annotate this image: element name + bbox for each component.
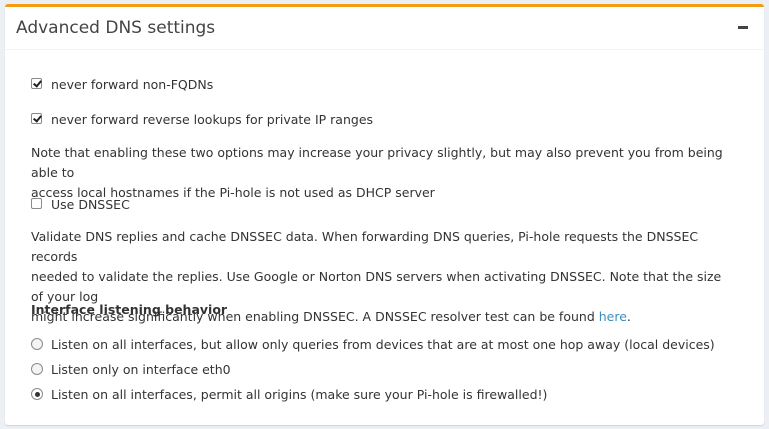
dnssec-label[interactable]: Use DNSSEC bbox=[51, 197, 130, 212]
bogus-priv-label[interactable]: never forward reverse lookups for privat… bbox=[51, 112, 373, 127]
fqdn-checkbox[interactable] bbox=[31, 78, 42, 89]
fqdn-label[interactable]: never forward non-FQDNs bbox=[51, 77, 213, 92]
radio-single[interactable] bbox=[31, 363, 43, 375]
collapse-minus-icon[interactable] bbox=[736, 19, 750, 33]
bogus-priv-checkbox[interactable] bbox=[31, 113, 42, 124]
dnssec-checkbox[interactable] bbox=[31, 198, 42, 209]
advanced-dns-settings-panel: Advanced DNS settings never forward non-… bbox=[5, 4, 764, 425]
dnssec-note-line: Validate DNS replies and cache DNSSEC da… bbox=[31, 229, 699, 264]
privacy-note-line: Note that enabling these two options may… bbox=[31, 145, 723, 180]
privacy-note-line: access local hostnames if the Pi-hole is… bbox=[31, 185, 435, 200]
radio-local[interactable] bbox=[31, 338, 43, 350]
radio-local-label[interactable]: Listen on all interfaces, but allow only… bbox=[51, 337, 715, 352]
radio-all-label[interactable]: Listen on all interfaces, permit all ori… bbox=[51, 387, 547, 402]
privacy-note: Note that enabling these two options may… bbox=[31, 143, 731, 203]
dnssec-note-period: . bbox=[626, 309, 631, 324]
panel-header: Advanced DNS settings bbox=[5, 7, 764, 50]
panel-title: Advanced DNS settings bbox=[16, 18, 216, 38]
radio-all[interactable] bbox=[31, 388, 43, 400]
radio-single-label[interactable]: Listen only on interface eth0 bbox=[51, 362, 231, 377]
interface-heading: Interface listening behavior bbox=[31, 302, 228, 317]
dnssec-test-link[interactable]: here bbox=[599, 309, 627, 324]
dnssec-note-line: needed to validate the replies. Use Goog… bbox=[31, 269, 722, 304]
